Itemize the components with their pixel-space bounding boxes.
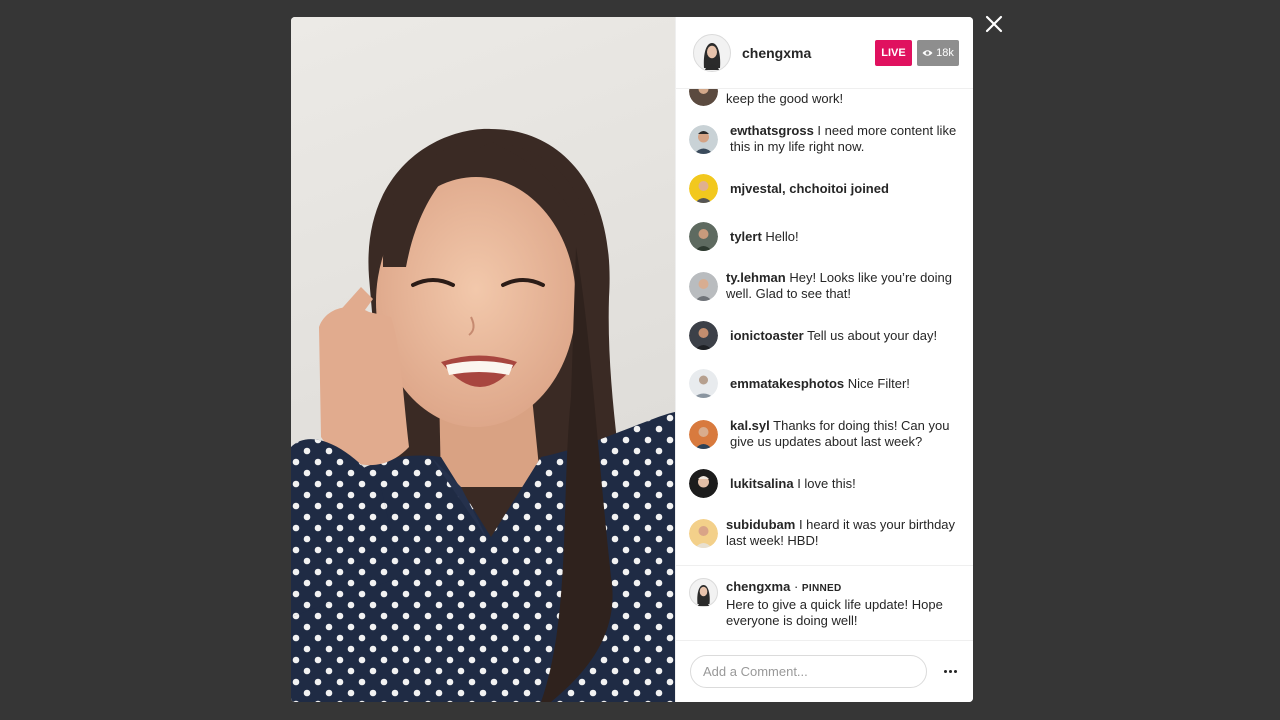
pinned-body: chengxma · PINNED Here to give a quick l… — [726, 579, 959, 629]
avatar[interactable] — [689, 321, 718, 350]
live-badge: LIVE — [875, 39, 912, 66]
more-icon — [943, 670, 947, 673]
avatar[interactable] — [689, 271, 718, 301]
eye-icon — [922, 49, 933, 56]
video-frame-image — [291, 128, 675, 702]
pinned-separator: · — [793, 579, 799, 594]
host-username[interactable]: chengxma — [742, 45, 875, 61]
list-item: emmatakesphotos Nice Filter! — [689, 369, 959, 398]
avatar[interactable] — [689, 369, 718, 398]
host-avatar[interactable] — [693, 33, 731, 72]
comment-composer — [676, 641, 973, 702]
viewer-count-badge: 18k — [917, 39, 959, 66]
comment-list[interactable]: keep the good work! ewthatsgross I need … — [676, 89, 973, 565]
more-options-button[interactable] — [941, 662, 959, 682]
list-item: ionictoaster Tell us about your day! — [689, 321, 959, 350]
list-item: ewthatsgross I need more content like th… — [689, 123, 959, 155]
avatar[interactable] — [689, 419, 718, 449]
avatar[interactable] — [689, 578, 718, 607]
list-item: ty.lehman Hey! Looks like you’re doing w… — [689, 270, 959, 302]
comment-input[interactable] — [690, 655, 927, 688]
avatar[interactable] — [689, 174, 718, 203]
list-item: subidubam I heard it was your birthday l… — [689, 517, 959, 549]
comment-text: subidubam I heard it was your birthday l… — [726, 517, 956, 548]
live-modal: chengxma LIVE 18k keep the good work! ew… — [291, 17, 973, 702]
comment-text: tylert Hello! — [730, 228, 799, 244]
comment-text: keep the good work! — [726, 91, 844, 106]
live-chat-panel: chengxma LIVE 18k keep the good work! ew… — [675, 17, 973, 702]
comment-text: ty.lehman Hey! Looks like you’re doing w… — [726, 270, 952, 301]
live-video[interactable] — [291, 17, 675, 702]
avatar[interactable] — [689, 469, 718, 498]
close-icon — [985, 15, 1003, 33]
pinned-text: Here to give a quick life update! Hope e… — [726, 597, 943, 628]
avatar[interactable] — [689, 124, 718, 154]
list-item: lukitsalina I love this! — [689, 469, 959, 498]
comment-text: lukitsalina I love this! — [730, 475, 856, 491]
avatar[interactable] — [689, 222, 718, 251]
comment-text: ionictoaster Tell us about your day! — [730, 327, 938, 343]
comment-text: emmatakesphotos Nice Filter! — [730, 375, 910, 391]
avatar[interactable] — [689, 518, 718, 548]
list-item: mjvestal, chchoitoi joined — [689, 174, 959, 203]
list-item: keep the good work! — [689, 89, 959, 107]
list-item: tylert Hello! — [689, 222, 959, 251]
comment-text: ewthatsgross I need more content like th… — [730, 123, 957, 154]
panel-header: chengxma LIVE 18k — [676, 17, 973, 89]
list-item: kal.syl Thanks for doing this! Can you g… — [689, 418, 959, 450]
pinned-username[interactable]: chengxma — [726, 579, 790, 594]
comment-text: kal.syl Thanks for doing this! Can you g… — [730, 418, 950, 449]
pinned-comment: chengxma · PINNED Here to give a quick l… — [676, 565, 973, 641]
avatar[interactable] — [689, 89, 718, 106]
pinned-tag: PINNED — [801, 583, 842, 594]
join-notice: mjvestal, chchoitoi joined — [730, 180, 889, 196]
close-button[interactable] — [982, 12, 1006, 36]
viewer-count: 18k — [936, 46, 954, 59]
